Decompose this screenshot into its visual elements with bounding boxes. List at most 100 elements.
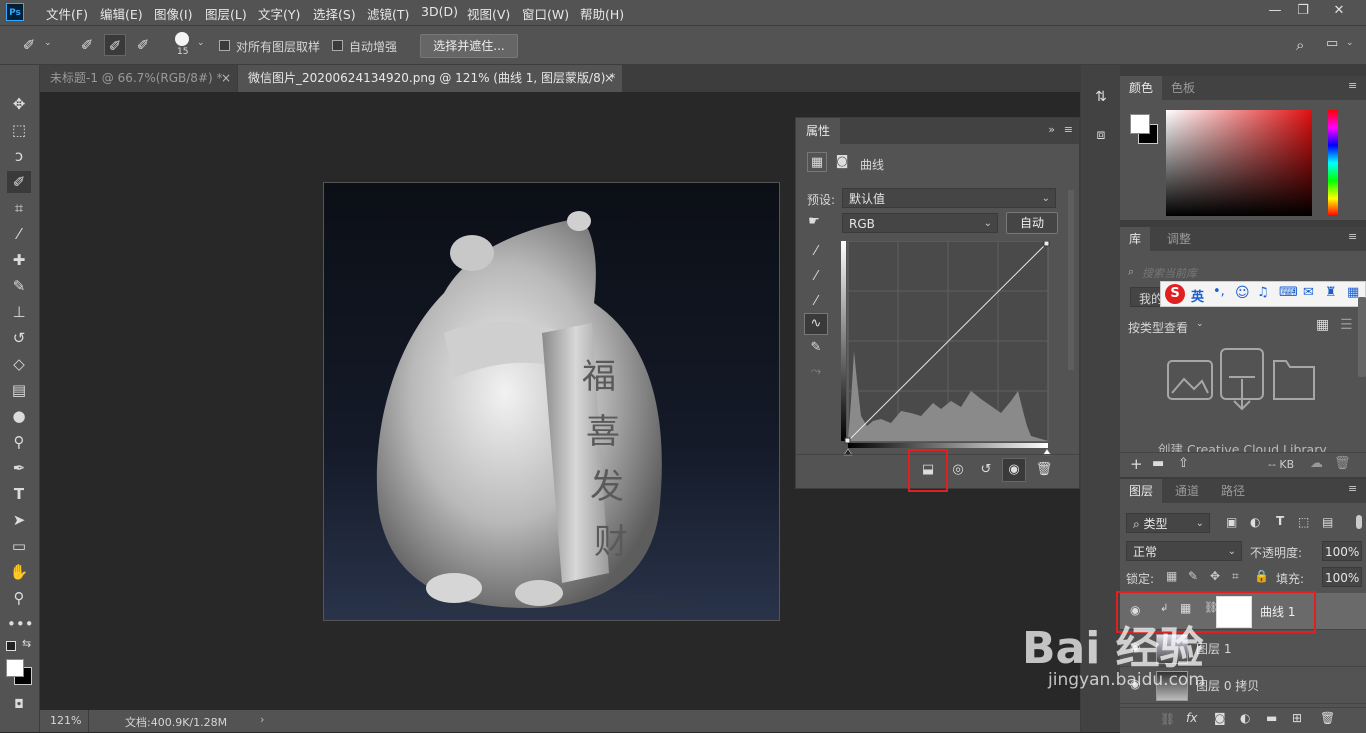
layer-name[interactable]: 图层 1 (1196, 640, 1231, 657)
visibility-eye-icon[interactable]: ◉ (1002, 458, 1026, 482)
add-mask-icon[interactable]: ◙ (1214, 711, 1226, 725)
emoji-icon[interactable]: ☺ (1235, 285, 1250, 301)
quick-mask-icon[interactable]: ◘ (7, 693, 31, 715)
fx-icon[interactable]: fx (1186, 711, 1197, 725)
curves-graph[interactable] (841, 241, 1051, 456)
tab-color[interactable]: 颜色 (1120, 76, 1163, 100)
marquee-tool-icon[interactable]: ⬚ (7, 119, 31, 141)
filter-type-icon[interactable]: T (1276, 514, 1284, 528)
panel-menu-icon[interactable]: ≡ (1064, 123, 1073, 136)
default-colors-icon[interactable] (6, 641, 16, 651)
minimize-icon[interactable]: — (1262, 0, 1288, 22)
lock-transparent-icon[interactable]: ▦ (1166, 569, 1177, 583)
menu-filter[interactable]: 滤镜(T) (367, 4, 409, 23)
skin-icon[interactable]: ♜ (1325, 285, 1337, 300)
select-and-mask-button[interactable]: 选择并遮住... (420, 34, 518, 58)
visibility-eye-icon[interactable]: ◉ (1130, 640, 1140, 654)
on-image-adjust-icon[interactable]: ☛ (804, 212, 824, 232)
view-by-type-label[interactable]: 按类型查看 (1128, 319, 1188, 336)
panel-menu-icon[interactable]: ≡ (1348, 483, 1358, 494)
fg-color-swatch[interactable] (1130, 114, 1150, 134)
smooth-icon[interactable]: ⤳ (806, 362, 826, 382)
lock-artboard-icon[interactable]: ⌗ (1232, 569, 1239, 584)
stamp-tool-icon[interactable]: ⊥ (7, 301, 31, 323)
visibility-eye-icon[interactable]: ◉ (1130, 677, 1140, 691)
swap-colors-icon[interactable]: ⇆ (22, 637, 31, 650)
history-panel-icon[interactable]: ⇅ (1091, 87, 1111, 107)
close-tab-icon[interactable]: × (221, 65, 231, 92)
pen-tool-icon[interactable]: ✒ (7, 457, 31, 479)
menu-type[interactable]: 文字(Y) (258, 4, 300, 23)
filter-pixel-icon[interactable]: ▣ (1226, 515, 1237, 529)
menu-3d[interactable]: 3D(D) (421, 4, 458, 19)
tab-channels[interactable]: 通道 (1166, 479, 1208, 503)
layer-name[interactable]: 图层 0 拷贝 (1196, 677, 1259, 694)
filter-shape-icon[interactable]: ⬚ (1298, 515, 1309, 529)
menu-layer[interactable]: 图层(L) (205, 4, 247, 23)
auto-button[interactable]: 自动 (1006, 212, 1058, 234)
tab-adjustments[interactable]: 调整 (1158, 227, 1200, 251)
new-adjustment-icon[interactable]: ◐ (1240, 711, 1250, 725)
curves-adjustment-icon[interactable]: ▦ (807, 152, 827, 172)
lasso-tool-icon[interactable]: ↄ (7, 145, 31, 167)
document-canvas[interactable]: 福 喜 发 财 (323, 182, 780, 621)
tab-properties[interactable]: 属性 (796, 118, 841, 144)
foreground-color-swatch[interactable] (6, 659, 24, 677)
delete-adjustment-icon[interactable]: 🗑 (1034, 460, 1054, 480)
layer-row-layer-0-copy[interactable]: ◉ 图层 0 拷贝 (1120, 667, 1366, 704)
menu-view[interactable]: 视图(V) (467, 4, 510, 23)
reset-icon[interactable]: ↺ (976, 460, 996, 480)
brush-size-chevron-icon[interactable]: ⌄ (197, 38, 205, 48)
library-search-input[interactable]: 搜索当前库 (1142, 265, 1197, 281)
add-icon[interactable]: + (1130, 455, 1143, 473)
sogou-logo-icon[interactable]: S (1165, 284, 1185, 304)
brush-tool-icon[interactable]: ✎ (7, 275, 31, 297)
tab-swatches[interactable]: 色板 (1162, 76, 1204, 100)
panel-scrollbar[interactable] (1068, 190, 1074, 370)
path-selection-tool-icon[interactable]: ➤ (7, 509, 31, 531)
list-view-icon[interactable]: ☰ (1340, 317, 1353, 333)
chevron-right-icon[interactable]: › (260, 713, 264, 726)
folder-icon[interactable]: ▬ (1152, 456, 1164, 471)
hand-tool-icon[interactable]: ✋ (7, 561, 31, 583)
preset-select[interactable]: 默认值 ⌄ (842, 188, 1056, 208)
collapse-icon[interactable]: » (1048, 123, 1055, 136)
tab-libraries[interactable]: 库 (1120, 227, 1151, 251)
delete-layer-icon[interactable]: 🗑 (1320, 711, 1335, 725)
brush-size-icon[interactable] (175, 32, 189, 46)
tab-wechat-image[interactable]: 微信图片_20200624134920.png @ 121% (曲线 1, 图层… (238, 65, 622, 92)
history-brush-tool-icon[interactable]: ↺ (7, 327, 31, 349)
healing-brush-tool-icon[interactable]: ✚ (7, 249, 31, 271)
restore-icon[interactable]: ❐ (1290, 0, 1316, 22)
toolbox-icon[interactable]: ✉ (1303, 285, 1314, 300)
chevron-down-icon[interactable]: ⌄ (1196, 319, 1204, 329)
menu-window[interactable]: 窗口(W) (522, 4, 569, 23)
close-icon[interactable]: ✕ (1326, 0, 1352, 22)
filter-adjustment-icon[interactable]: ◐ (1250, 515, 1260, 529)
grid-view-icon[interactable]: ▦ (1316, 317, 1329, 333)
new-layer-icon[interactable]: ⊞ (1292, 711, 1302, 725)
search-icon[interactable]: ⌕ (1296, 36, 1304, 54)
panel-menu-icon[interactable]: ≡ (1348, 231, 1358, 242)
chevron-down-icon[interactable]: ⌄ (44, 38, 52, 48)
delete-icon[interactable]: 🗑 (1334, 456, 1351, 471)
eyedropper-tool-icon[interactable]: ⁄ (7, 223, 31, 245)
tab-layers[interactable]: 图层 (1120, 479, 1163, 503)
gradient-tool-icon[interactable]: ▤ (7, 379, 31, 401)
lock-position-icon[interactable]: ✥ (1210, 569, 1220, 583)
workspace-icon[interactable]: ▭ (1326, 36, 1338, 51)
zoom-tool-icon[interactable]: ⚲ (7, 587, 31, 609)
type-tool-icon[interactable]: T (7, 483, 31, 505)
lock-all-icon[interactable]: 🔒 (1254, 569, 1269, 583)
filter-toggle[interactable] (1356, 515, 1362, 529)
zoom-level[interactable]: 121% (50, 714, 81, 727)
menu-image[interactable]: 图像(I) (154, 4, 192, 23)
quick-selection-tool-icon[interactable]: ✐ (7, 171, 31, 193)
gray-point-eyedropper-icon[interactable]: ⁄ (806, 267, 826, 287)
filter-smart-object-icon[interactable]: ▤ (1322, 515, 1333, 529)
layer-filter-select[interactable]: ⌕ 类型 ⌄ (1126, 513, 1210, 533)
panel-menu-icon[interactable]: ≡ (1348, 80, 1358, 91)
workspace-chevron-icon[interactable]: ⌄ (1346, 38, 1354, 48)
mic-icon[interactable]: ♫ (1257, 285, 1269, 300)
keyboard-icon[interactable]: ⌨ (1279, 285, 1298, 300)
